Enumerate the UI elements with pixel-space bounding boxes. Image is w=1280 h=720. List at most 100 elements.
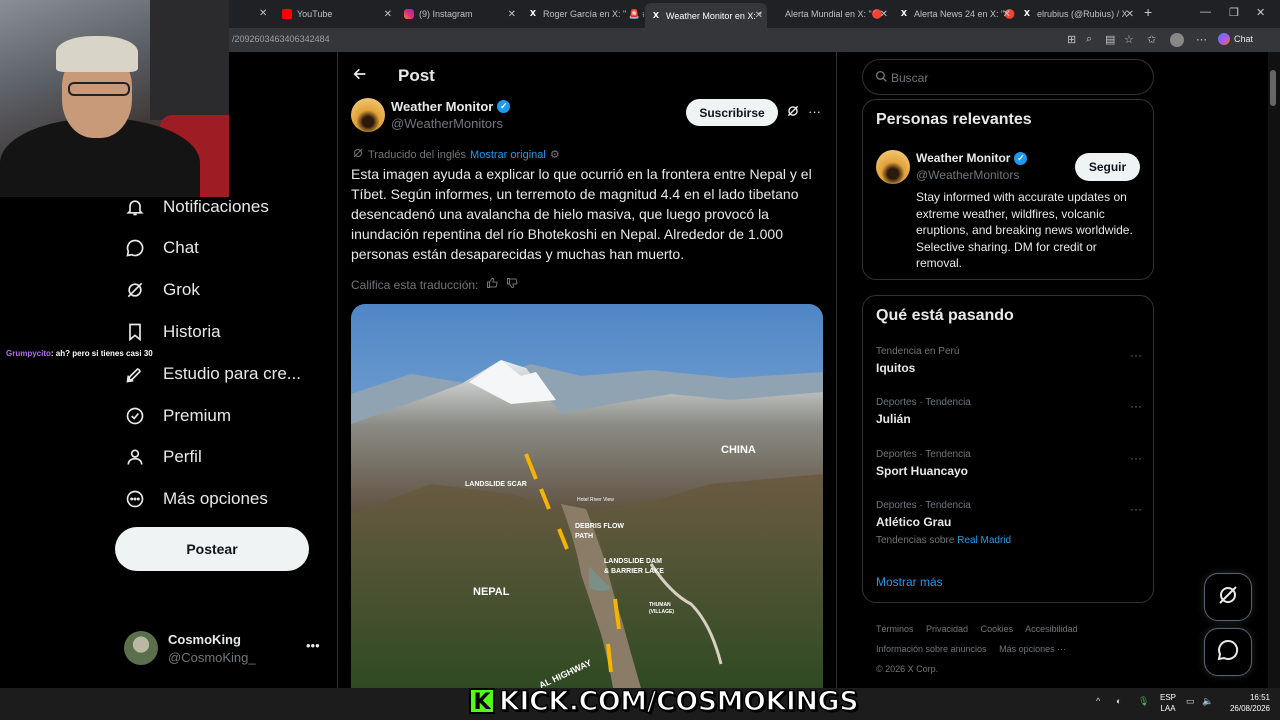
footer-link-accessibility[interactable]: Accesibilidad [1025, 624, 1078, 634]
show-more-link[interactable]: Mostrar más [876, 575, 943, 589]
kick-url-text: KICK.COM/COSMOKINGS [498, 685, 859, 718]
show-original-link[interactable]: Mostrar original [470, 149, 546, 161]
tray-app-icon[interactable]: ◐ [1116, 696, 1121, 706]
close-window-icon[interactable]: ✕ [1256, 6, 1265, 19]
new-tab-icon[interactable]: + [1144, 4, 1152, 20]
search-box[interactable] [862, 59, 1154, 95]
clock-time: 16:51 [1249, 693, 1270, 702]
more-icon[interactable]: ••• [306, 638, 320, 653]
nav-more-options[interactable]: Más opciones [124, 484, 268, 514]
grok-icon[interactable] [786, 104, 800, 123]
close-tab-icon[interactable]: ✕ [508, 9, 516, 20]
footer-link-privacy[interactable]: Privacidad [926, 624, 968, 634]
network-icon[interactable]: ▭ [1186, 696, 1195, 707]
close-tab-icon[interactable]: ✕ [384, 9, 392, 20]
post-image[interactable]: CHINA NEPAL LANDSLIDE SCAR Hotel River V… [351, 304, 823, 688]
avatar[interactable] [351, 98, 385, 132]
reader-icon[interactable]: ▤ [1105, 33, 1115, 46]
post-author-handle[interactable]: @WeatherMonitors [391, 116, 503, 131]
relevant-person-name[interactable]: Weather Monitor ✓ [916, 151, 1028, 165]
url-text[interactable]: /2092603463406342484 [232, 34, 330, 44]
tab-elrubius[interactable]: X elrubius (@Rubius) / X ✕ [1016, 4, 1138, 24]
tab-youtube[interactable]: YouTube ✕ [276, 4, 396, 24]
account-switcher[interactable]: CosmoKing @CosmoKing_ ••• [124, 630, 324, 666]
copilot-chat-button[interactable]: Chat [1218, 33, 1253, 45]
map-label-china: CHINA [721, 444, 756, 456]
volume-icon[interactable]: 🔈 [1202, 696, 1213, 707]
zoom-icon[interactable]: ⌕ [1086, 33, 1092, 46]
footer-link-ads-info[interactable]: Información sobre anuncios [876, 644, 987, 654]
nav-premium[interactable]: Premium [124, 401, 231, 431]
tab-roger-garcia[interactable]: X Roger García en X: " 🚨 # [522, 4, 644, 24]
footer-link-more[interactable]: Más opciones ··· [999, 644, 1066, 654]
tab-alerta-mundial[interactable]: Alerta Mundial en X: "🔴 ✕ [770, 4, 892, 24]
verified-badge-icon [124, 405, 146, 427]
restore-icon[interactable]: ❐ [1229, 6, 1239, 19]
tab-weather-monitor[interactable]: X Weather Monitor en X: " ✕ [645, 3, 767, 28]
follow-button[interactable]: Seguir [1075, 153, 1140, 181]
nav-profile[interactable]: Perfil [124, 442, 202, 472]
nav-label: Perfil [163, 447, 202, 466]
nav-bookmarks[interactable]: Historia [124, 317, 221, 347]
avatar[interactable] [876, 150, 910, 184]
instagram-icon [404, 9, 414, 19]
scrollbar[interactable] [1268, 52, 1280, 688]
trend-item[interactable]: Tendencia en Perú Iquitos ··· [876, 346, 1142, 375]
trend-item[interactable]: Deportes · Tendencia Atlético Grau Tende… [876, 500, 1142, 546]
close-tab-icon[interactable]: ✕ [1126, 9, 1134, 20]
footer-link-cookies[interactable]: Cookies [981, 624, 1014, 634]
nav-grok[interactable]: Grok [124, 275, 200, 305]
thumbs-down-icon[interactable] [506, 277, 518, 292]
trend-name: Sport Huancayo [876, 464, 969, 478]
tab-instagram[interactable]: (9) Instagram ✕ [398, 4, 520, 24]
grok-floating-button[interactable] [1204, 573, 1252, 621]
search-input[interactable] [891, 68, 1131, 88]
more-icon[interactable]: ··· [808, 104, 821, 119]
language-indicator[interactable]: ESP LAA [1158, 692, 1178, 714]
subscribe-button[interactable]: Suscribirse [686, 99, 778, 126]
translated-from-label: Traducido del inglés [368, 148, 467, 161]
profile-avatar[interactable] [1170, 33, 1184, 47]
nav-chat[interactable]: Chat [124, 233, 199, 263]
trends-card: Qué está pasando Tendencia en Perú Iquit… [862, 295, 1154, 603]
more-circle-icon [124, 488, 146, 510]
post-author-name[interactable]: Weather Monitor ✓ [391, 99, 511, 114]
messages-floating-button[interactable] [1204, 628, 1252, 676]
minimize-icon[interactable]: — [1200, 6, 1211, 18]
trend-about-link[interactable]: Real Madrid [957, 535, 1011, 546]
post-button[interactable]: Postear [115, 527, 309, 571]
tab-alerta-news[interactable]: X Alerta News 24 en X: "🔴 ✕ [893, 4, 1015, 24]
more-icon[interactable]: ··· [1130, 348, 1142, 362]
close-tab-icon[interactable]: ✕ [755, 10, 763, 21]
close-tab-icon[interactable]: ✕ [259, 8, 267, 19]
favorite-star-icon[interactable]: ☆ [1124, 33, 1134, 46]
footer-link-terms[interactable]: Términos [876, 624, 914, 634]
tray-chevron-icon[interactable]: ^ [1096, 696, 1100, 706]
close-tab-icon[interactable]: ✕ [1003, 9, 1011, 20]
trend-item[interactable]: Deportes · Tendencia Sport Huancayo ··· [876, 449, 1142, 478]
nav-notifications[interactable]: Notificaciones [124, 192, 269, 222]
trend-name: Iquitos [876, 361, 916, 375]
webcam-person-glasses [68, 82, 130, 96]
settings-gear-icon[interactable]: ⚙ [550, 148, 560, 161]
nav-creator-studio[interactable]: Estudio para cre... [124, 359, 301, 389]
post-text: Esta imagen ayuda a explicar lo que ocur… [351, 166, 812, 262]
favorites-icon[interactable]: ✩ [1147, 33, 1156, 46]
trend-item[interactable]: Deportes · Tendencia Julián ··· [876, 397, 1142, 426]
bell-icon [124, 196, 146, 218]
microphone-icon[interactable]: 🎙 [1138, 696, 1149, 707]
scrollbar-thumb[interactable] [1270, 70, 1276, 106]
apps-icon[interactable]: ⊞ [1067, 33, 1076, 46]
more-menu-icon[interactable]: ⋯ [1196, 33, 1207, 46]
taskbar-clock[interactable]: 16:51 26/08/2026 [1222, 692, 1270, 714]
relevant-person-handle[interactable]: @WeatherMonitors [916, 168, 1019, 182]
relevant-name-text: Weather Monitor [916, 151, 1011, 165]
back-arrow-icon[interactable] [352, 66, 368, 87]
relevant-person-bio: Stay informed with accurate updates on e… [916, 190, 1133, 270]
more-icon[interactable]: ··· [1130, 399, 1142, 413]
more-icon[interactable]: ··· [1130, 502, 1142, 516]
close-tab-icon[interactable]: ✕ [880, 9, 888, 20]
map-label-nepal: NEPAL [473, 586, 510, 598]
more-icon[interactable]: ··· [1130, 451, 1142, 465]
thumbs-up-icon[interactable] [486, 277, 498, 292]
